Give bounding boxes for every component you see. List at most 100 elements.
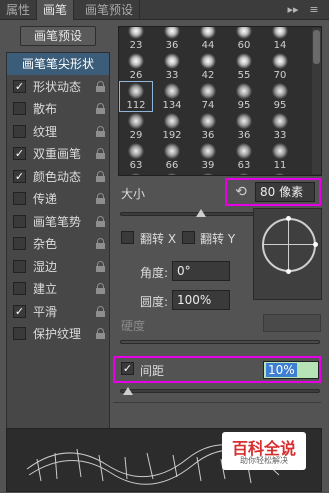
- spacing-slider-knob[interactable]: [123, 387, 133, 395]
- sidebar-item-label: 杂色: [33, 237, 58, 251]
- brush-tip[interactable]: 33: [263, 111, 297, 142]
- hardness-field: [263, 314, 321, 332]
- brush-tip-shape-icon: [272, 53, 288, 69]
- brush-tip[interactable]: 32: [155, 171, 189, 175]
- sidebar-item[interactable]: 建立: [7, 278, 109, 300]
- sidebar-item-checkbox[interactable]: [13, 259, 26, 273]
- brush-tip-shape-icon: [272, 173, 288, 175]
- lock-icon[interactable]: [96, 305, 105, 317]
- sidebar-item[interactable]: 保护纹理: [7, 323, 109, 345]
- spacing-slider[interactable]: [120, 389, 320, 393]
- reset-icon[interactable]: ⟲: [232, 183, 250, 201]
- lock-icon[interactable]: [96, 125, 105, 137]
- sidebar-item-checkbox[interactable]: [13, 327, 26, 340]
- roundness-field[interactable]: 100%: [172, 290, 230, 310]
- sidebar-item[interactable]: ✓ 颜色动态: [7, 166, 109, 188]
- collapse-icon[interactable]: ▸▸: [284, 2, 302, 18]
- sidebar-item-checkbox[interactable]: [13, 237, 26, 250]
- lock-icon[interactable]: [96, 238, 105, 249]
- brush-presets-button[interactable]: 画笔预设: [20, 26, 96, 46]
- brush-tip[interactable]: 39: [191, 141, 225, 172]
- brush-tip[interactable]: 70: [263, 51, 297, 82]
- lock-icon[interactable]: [96, 103, 105, 114]
- sidebar-item[interactable]: 画笔笔尖形状: [7, 53, 109, 75]
- brush-tip[interactable]: 29: [119, 111, 153, 142]
- lock-icon[interactable]: [96, 193, 105, 204]
- sidebar-item-checkbox[interactable]: ✓: [13, 304, 26, 318]
- brush-tip[interactable]: 23: [119, 27, 153, 52]
- lock-icon[interactable]: [96, 260, 105, 272]
- size-value-field[interactable]: 80 像素: [255, 182, 315, 202]
- brush-tip[interactable]: 44: [191, 27, 225, 52]
- lock-icon[interactable]: [96, 170, 105, 182]
- brush-tip[interactable]: 11: [263, 141, 297, 172]
- size-slider-knob[interactable]: [196, 209, 206, 217]
- brush-tip[interactable]: 36: [155, 27, 189, 52]
- sidebar-item[interactable]: 湿边: [7, 256, 109, 278]
- brush-tip[interactable]: 95: [227, 81, 261, 112]
- lock-icon[interactable]: [96, 215, 105, 227]
- flip-y-checkbox[interactable]: [182, 231, 195, 244]
- sidebar-item[interactable]: 纹理: [7, 121, 109, 143]
- lock-icon[interactable]: [96, 80, 105, 92]
- lock-icon[interactable]: [96, 328, 105, 339]
- brush-tip[interactable]: 42: [191, 51, 225, 82]
- sidebar-item-checkbox[interactable]: [13, 214, 26, 228]
- tab-brush-presets[interactable]: 画笔预设: [79, 0, 141, 20]
- roundness-handle-bottom[interactable]: [286, 269, 291, 274]
- sidebar-item-checkbox[interactable]: ✓: [13, 79, 26, 93]
- sidebar-item-checkbox[interactable]: ✓: [13, 147, 26, 160]
- sidebar-item[interactable]: 画笔笔势: [7, 211, 109, 233]
- brush-tip[interactable]: 134: [155, 81, 189, 112]
- panel-menu-icon[interactable]: ≡: [306, 2, 322, 18]
- tip-scroll-thumb[interactable]: [313, 30, 320, 64]
- sidebar-item-checkbox[interactable]: ✓: [13, 169, 26, 183]
- brush-tip[interactable]: 192: [155, 111, 189, 142]
- tab-properties[interactable]: 属性: [0, 0, 38, 20]
- sidebar-item[interactable]: ✓ 平滑: [7, 301, 109, 323]
- sidebar-item[interactable]: 传递: [7, 188, 109, 210]
- brush-tip[interactable]: 66: [155, 141, 189, 172]
- sidebar-item[interactable]: 杂色: [7, 233, 109, 255]
- brush-tip[interactable]: 95: [263, 81, 297, 112]
- angle-field[interactable]: 0°: [172, 261, 230, 281]
- sidebar-item[interactable]: ✓ 形状动态: [7, 76, 109, 98]
- tab-brush[interactable]: 画笔: [37, 0, 75, 20]
- sidebar-item-checkbox[interactable]: [13, 102, 26, 115]
- roundness-label: 圆度:: [140, 295, 169, 309]
- sidebar-item[interactable]: 散布: [7, 98, 109, 120]
- brush-tip[interactable]: 63: [119, 141, 153, 172]
- brush-tip-shape-icon: [272, 113, 288, 129]
- brush-tip[interactable]: 100: [227, 171, 261, 175]
- brush-tip[interactable]: 36: [227, 111, 261, 142]
- flip-x-checkbox[interactable]: [121, 231, 134, 244]
- spacing-value: 10%: [266, 363, 297, 377]
- brush-tip[interactable]: 75: [263, 171, 297, 175]
- lock-icon[interactable]: [96, 148, 105, 159]
- logo-subtitle: 助你轻松解决: [240, 456, 288, 465]
- brush-tip[interactable]: 60: [227, 27, 261, 52]
- lock-icon[interactable]: [96, 283, 105, 294]
- brush-tip-shape-icon: [272, 143, 288, 159]
- brush-tip[interactable]: 74: [191, 81, 225, 112]
- roundness-handle-top[interactable]: [286, 216, 291, 221]
- angle-handle[interactable]: [313, 242, 318, 247]
- sidebar-item[interactable]: ✓ 双重画笔: [7, 143, 109, 165]
- brush-tip-shape-icon: [164, 27, 180, 39]
- brush-tip[interactable]: 112: [119, 81, 153, 112]
- sidebar-item-checkbox[interactable]: [13, 192, 26, 205]
- brush-tip[interactable]: 36: [191, 111, 225, 142]
- sidebar-item-checkbox[interactable]: [13, 282, 26, 295]
- brush-tip[interactable]: 26: [119, 51, 153, 82]
- brush-tip[interactable]: 63: [227, 141, 261, 172]
- brush-tip[interactable]: 55: [191, 171, 225, 175]
- spacing-checkbox[interactable]: ✓: [121, 362, 134, 375]
- brush-tip[interactable]: 14: [263, 27, 297, 52]
- brush-tip[interactable]: 48: [119, 171, 153, 175]
- spacing-field[interactable]: 10%: [263, 361, 319, 379]
- brush-angle-circle[interactable]: [262, 218, 316, 272]
- brush-tip[interactable]: 33: [155, 51, 189, 82]
- brush-tip[interactable]: 55: [227, 51, 261, 82]
- brush-tip-shape-icon: [200, 143, 216, 159]
- sidebar-item-checkbox[interactable]: [13, 124, 26, 138]
